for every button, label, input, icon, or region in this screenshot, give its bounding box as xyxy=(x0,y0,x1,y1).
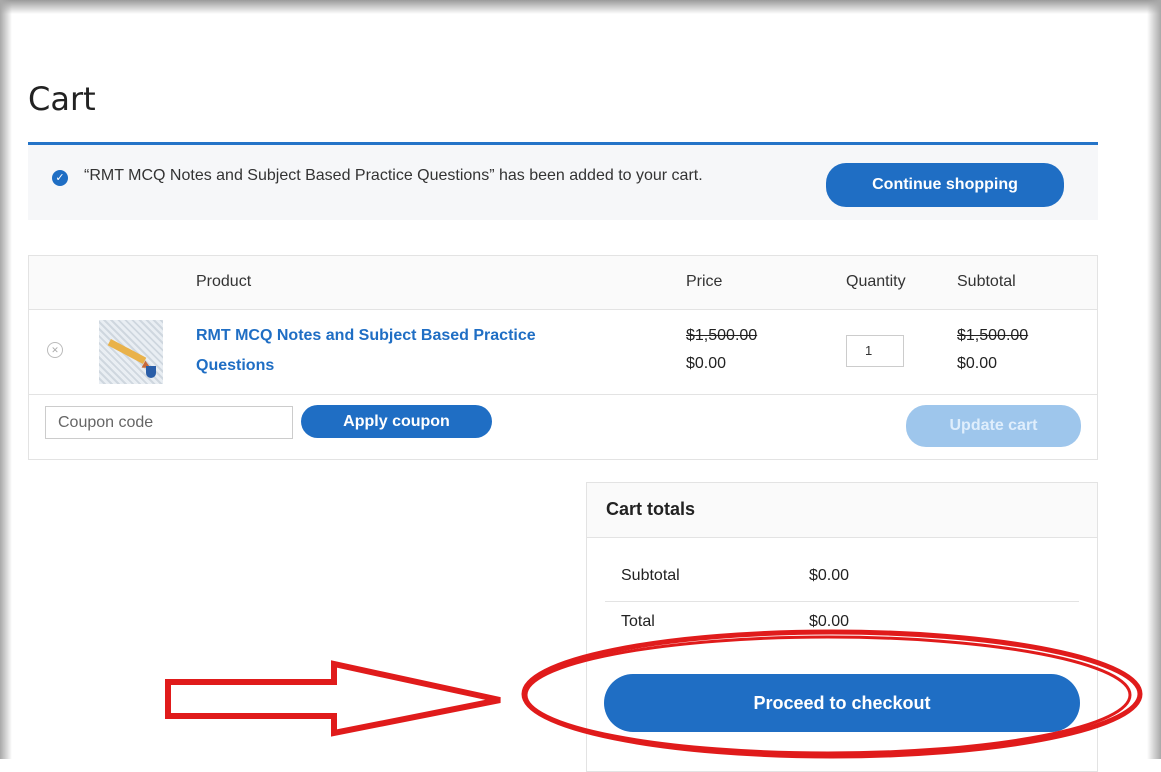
subtotal-sale: $0.00 xyxy=(957,355,998,372)
cart-totals-header: Cart totals xyxy=(587,483,1097,538)
update-cart-button[interactable]: Update cart xyxy=(906,405,1081,447)
total-row: Total $0.00 xyxy=(605,601,1079,647)
subtotal-value: $0.00 xyxy=(809,567,850,584)
remove-circle-icon[interactable]: ✕ xyxy=(47,342,63,358)
notice-message: “RMT MCQ Notes and Subject Based Practic… xyxy=(84,167,703,184)
frame-shadow xyxy=(0,0,12,759)
cart-notice: ✓ “RMT MCQ Notes and Subject Based Pract… xyxy=(28,142,1098,220)
pencil-graphic xyxy=(107,339,147,364)
subtotal-original: $1,500.00 xyxy=(957,327,1029,344)
coupon-input[interactable] xyxy=(45,406,293,439)
header-product: Product xyxy=(196,273,252,290)
cart-table: Product Price Quantity Subtotal ✕ RMT MC… xyxy=(28,255,1098,460)
cart-totals: Cart totals Subtotal $0.00 Total $0.00 P… xyxy=(586,482,1098,772)
cart-totals-title: Cart totals xyxy=(606,499,696,519)
page-title: Cart xyxy=(28,80,96,118)
total-value: $0.00 xyxy=(809,613,850,630)
table-header: Product Price Quantity Subtotal xyxy=(29,256,1097,310)
subtotal-label: Subtotal xyxy=(621,567,680,584)
red-arrow-annotation xyxy=(165,660,501,737)
header-subtotal: Subtotal xyxy=(957,273,1016,290)
proceed-to-checkout-button[interactable]: Proceed to checkout xyxy=(604,674,1080,732)
product-thumbnail[interactable] xyxy=(99,320,163,384)
header-quantity: Quantity xyxy=(846,273,906,290)
header-price: Price xyxy=(686,273,723,290)
frame-shadow xyxy=(1147,0,1161,759)
subtotal-row: Subtotal $0.00 xyxy=(605,555,1079,602)
shield-badge-graphic xyxy=(146,366,156,378)
product-link[interactable]: RMT MCQ Notes and Subject Based Practice… xyxy=(196,321,616,381)
quantity-input[interactable]: 1 xyxy=(846,335,904,367)
total-label: Total xyxy=(621,613,655,630)
price-original: $1,500.00 xyxy=(686,327,758,344)
apply-coupon-button[interactable]: Apply coupon xyxy=(301,405,492,438)
check-circle-icon: ✓ xyxy=(52,170,68,186)
frame-shadow xyxy=(0,0,1161,14)
table-row: ✕ RMT MCQ Notes and Subject Based Practi… xyxy=(29,309,1097,395)
price-sale: $0.00 xyxy=(686,355,727,372)
continue-shopping-button[interactable]: Continue shopping xyxy=(826,163,1064,207)
